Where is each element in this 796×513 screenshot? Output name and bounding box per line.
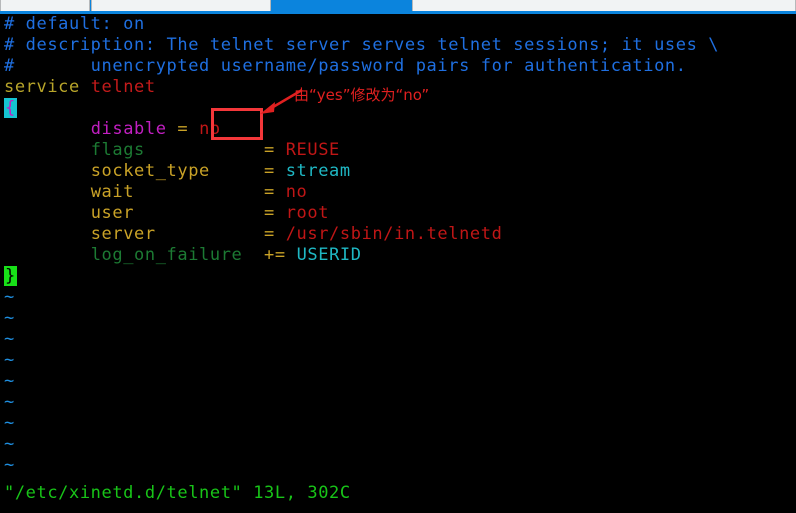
terminal-line-13-segment-0: }: [4, 266, 17, 286]
terminal-line-7-segment-2: =: [264, 140, 286, 160]
terminal-line-8-segment-0: [4, 161, 91, 181]
terminal-line-4-segment-0: service: [4, 77, 91, 97]
terminal-line-11-segment-3: /usr/sbin/in.telnetd: [285, 224, 503, 244]
terminal-line-10-segment-1: user: [90, 203, 265, 223]
terminal-line-21-segment-0: ~: [4, 434, 15, 454]
terminal-line-10: user = root: [4, 203, 329, 224]
terminal-line-9: wait = no: [4, 182, 307, 203]
terminal-line-14: ~: [4, 287, 15, 308]
terminal-line-3-segment-0: # unencrypted username/password pairs fo…: [4, 56, 687, 76]
terminal-line-4-segment-1: telnet: [90, 77, 156, 97]
terminal-line-12-segment-3: USERID: [296, 245, 362, 265]
browser-tab-4[interactable]: [412, 0, 796, 11]
terminal-line-11-segment-2: =: [264, 224, 286, 244]
terminal-line-2-segment-0: # description: The telnet server serves …: [4, 35, 720, 55]
terminal-line-1: # default: on: [4, 14, 145, 35]
terminal-line-7-segment-3: REUSE: [285, 140, 340, 160]
terminal-line-10-segment-3: root: [285, 203, 330, 223]
terminal-line-11: server = /usr/sbin/in.telnetd: [4, 224, 502, 245]
terminal-line-6-segment-2: =: [166, 119, 200, 139]
terminal-line-9-segment-0: [4, 182, 91, 202]
terminal-line-5: {: [4, 98, 17, 119]
annotation-label: 由“yes”修改为“no”: [294, 86, 430, 104]
terminal-line-3: # unencrypted username/password pairs fo…: [4, 56, 687, 77]
terminal-line-8: socket_type = stream: [4, 161, 351, 182]
terminal-line-12-segment-1: log_on_failure: [90, 245, 265, 265]
terminal-line-20: ~: [4, 413, 15, 434]
browser-tab-1[interactable]: [0, 0, 90, 11]
terminal-line-11-segment-0: [4, 224, 91, 244]
terminal-line-12-segment-0: [4, 245, 91, 265]
terminal-line-10-segment-0: [4, 203, 91, 223]
terminal-line-20-segment-0: ~: [4, 413, 15, 433]
vim-status-line: "/etc/xinetd.d/telnet" 13L, 302C: [4, 483, 351, 503]
terminal-line-22: ~: [4, 455, 15, 476]
terminal-line-16: ~: [4, 329, 15, 350]
terminal-line-13: }: [4, 266, 17, 287]
terminal-line-7-segment-0: [4, 140, 91, 160]
terminal-line-17-segment-0: ~: [4, 350, 15, 370]
terminal-line-12: log_on_failure += USERID: [4, 245, 362, 266]
terminal-line-9-segment-1: wait: [90, 182, 265, 202]
terminal-line-14-segment-0: ~: [4, 287, 15, 307]
terminal-line-4: service telnet: [4, 77, 156, 98]
terminal-line-1-segment-0: # default: on: [4, 14, 145, 34]
terminal-line-12-segment-2: +=: [264, 245, 297, 265]
terminal-line-2: # description: The telnet server serves …: [4, 35, 719, 56]
terminal-line-8-segment-2: =: [264, 161, 286, 181]
terminal-line-17: ~: [4, 350, 15, 371]
terminal-line-8-segment-3: stream: [285, 161, 351, 181]
terminal-line-9-segment-2: =: [264, 182, 286, 202]
terminal-line-7: flags = REUSE: [4, 140, 340, 161]
terminal-line-15: ~: [4, 308, 15, 329]
terminal-line-11-segment-1: server: [90, 224, 265, 244]
terminal-line-22-segment-0: ~: [4, 455, 15, 475]
terminal-line-10-segment-2: =: [264, 203, 286, 223]
terminal-line-8-segment-1: socket_type: [90, 161, 265, 181]
terminal-line-21: ~: [4, 434, 15, 455]
terminal-line-6-segment-1: disable: [90, 119, 167, 139]
terminal-line-19-segment-0: ~: [4, 392, 15, 412]
browser-tab-3[interactable]: [272, 0, 372, 11]
terminal-line-15-segment-0: ~: [4, 308, 15, 328]
terminal-line-18-segment-0: ~: [4, 371, 15, 391]
terminal-line-16-segment-0: ~: [4, 329, 15, 349]
terminal-line-18: ~: [4, 371, 15, 392]
browser-tab-2[interactable]: [91, 0, 271, 11]
terminal-line-19: ~: [4, 392, 15, 413]
terminal-line-9-segment-3: no: [285, 182, 308, 202]
terminal-line-6: disable = no: [4, 119, 221, 140]
terminal-line-7-segment-1: flags: [90, 140, 265, 160]
terminal-line-5-segment-0: {: [4, 98, 17, 118]
terminal-line-6-segment-0: [4, 119, 91, 139]
annotation-highlight-box: [211, 108, 263, 140]
